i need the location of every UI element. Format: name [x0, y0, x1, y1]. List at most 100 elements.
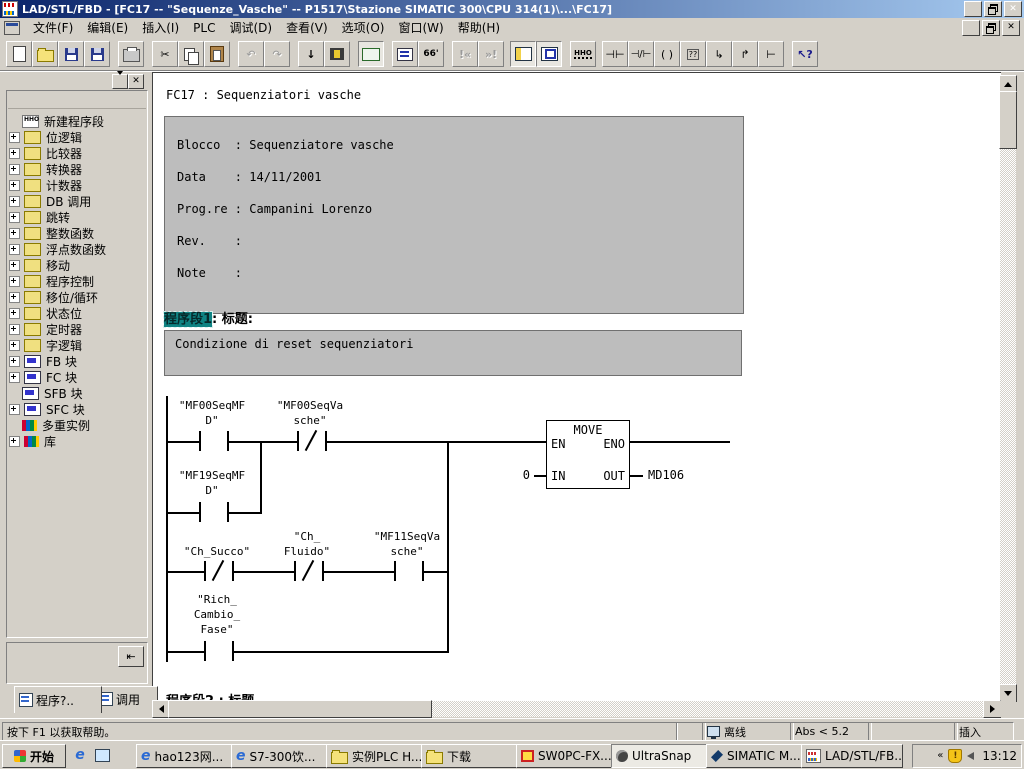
undo-button[interactable]: ↶	[238, 41, 264, 67]
tree-item-fb-blocks[interactable]: FB 块	[9, 353, 77, 369]
expand-icon[interactable]	[9, 276, 20, 287]
print-button[interactable]	[118, 41, 144, 67]
scroll-down-button[interactable]	[999, 684, 1017, 702]
expand-icon[interactable]	[9, 164, 20, 175]
tree-item-float-func[interactable]: 浮点数函数	[9, 241, 106, 257]
tab-program-elements[interactable]: 程序?..	[14, 686, 102, 713]
menu-file[interactable]: 文件(F)	[26, 17, 80, 38]
vertical-scrollbar[interactable]	[1000, 75, 1016, 701]
contact-nc-button[interactable]: ⊣/⊢	[628, 41, 654, 67]
open-branch-button[interactable]: ↳	[706, 41, 732, 67]
expand-icon[interactable]	[9, 244, 20, 255]
scroll-right-button[interactable]	[983, 700, 1001, 718]
expand-icon[interactable]	[9, 148, 20, 159]
mdi-child-icon[interactable]	[4, 21, 20, 35]
context-help-button[interactable]: ↖?	[792, 41, 818, 67]
tree-item-bit-logic[interactable]: 位逻辑	[9, 129, 82, 145]
nc-contact[interactable]	[204, 561, 234, 581]
panel-dropdown-button[interactable]	[112, 74, 128, 89]
nc-contact[interactable]	[294, 561, 324, 581]
quicklaunch-ie[interactable]: e	[70, 746, 90, 764]
start-button[interactable]: 开始	[2, 744, 66, 768]
glasses-button[interactable]: 66'	[418, 41, 444, 67]
contact-label[interactable]: "Rich_Cambio_Fase"	[157, 592, 277, 637]
symbol-info-button[interactable]	[392, 41, 418, 67]
menu-debug[interactable]: 调试(D)	[222, 17, 279, 38]
block-header-box[interactable]: Blocco : Sequenziatore vasche Data : 14/…	[164, 116, 744, 314]
no-contact[interactable]	[394, 561, 424, 581]
expand-icon[interactable]	[9, 196, 20, 207]
network-label[interactable]: 程序段1	[164, 312, 212, 327]
expand-icon[interactable]	[9, 372, 20, 383]
child-restore-button[interactable]	[982, 20, 1000, 36]
menu-insert[interactable]: 插入(I)	[135, 17, 186, 38]
expand-icon[interactable]	[9, 132, 20, 143]
tab-call-structure[interactable]: 调用	[94, 686, 158, 711]
view-catalog-button[interactable]	[510, 41, 536, 67]
next-error-button[interactable]: »!	[478, 41, 504, 67]
tree-item-new-network[interactable]: 新建程序段	[9, 113, 104, 129]
horizontal-scrollbar[interactable]	[152, 701, 1000, 717]
tree-item-program-control[interactable]: 程序控制	[9, 273, 94, 289]
save-button[interactable]	[84, 41, 110, 67]
save-block-button[interactable]	[58, 41, 84, 67]
tree-item-shift-rotate[interactable]: 移位/循环	[9, 289, 98, 305]
coil-button[interactable]: ( )	[654, 41, 680, 67]
tree-item-status-bits[interactable]: 状态位	[9, 305, 82, 321]
minimize-button[interactable]	[964, 1, 982, 17]
taskbar-button-hao123[interactable]: ehao123网...	[136, 744, 238, 768]
menu-options[interactable]: 选项(O)	[335, 17, 392, 38]
monitor-toggle-button[interactable]	[358, 41, 384, 67]
taskbar-button-plc-folder[interactable]: 实例PLC H...	[326, 744, 428, 768]
child-minimize-button[interactable]	[962, 20, 980, 36]
quicklaunch-desktop[interactable]	[92, 746, 112, 764]
prev-error-button[interactable]: !«	[452, 41, 478, 67]
nc-contact[interactable]	[297, 431, 327, 451]
tree-item-multi-instance[interactable]: 多重实例	[9, 417, 90, 433]
copy-button[interactable]	[178, 41, 204, 67]
vertical-scroll-thumb[interactable]	[999, 91, 1017, 149]
expand-icon[interactable]	[9, 340, 20, 351]
security-shield-icon[interactable]: !	[948, 749, 962, 763]
move-box[interactable]: MOVE EN ENO IN OUT	[546, 420, 630, 489]
empty-box-button[interactable]: ??	[680, 41, 706, 67]
menu-help[interactable]: 帮助(H)	[451, 17, 507, 38]
tree-item-timers[interactable]: 定时器	[9, 321, 82, 337]
taskbar-button-swopc[interactable]: SW0PC-FX...	[516, 744, 618, 768]
contact-no-button[interactable]: ⊣⊢	[602, 41, 628, 67]
no-contact[interactable]	[199, 431, 229, 451]
download-button[interactable]: ↓	[298, 41, 324, 67]
contact-label[interactable]: "MF19SeqMFD"	[152, 468, 272, 498]
no-contact[interactable]	[199, 502, 229, 522]
move-in-value[interactable]: 0	[516, 468, 530, 482]
menu-edit[interactable]: 编辑(E)	[80, 17, 135, 38]
tree-item-library[interactable]: 库	[9, 433, 56, 449]
redo-button[interactable]: ↷	[264, 41, 290, 67]
panel-close-button[interactable]	[128, 74, 144, 89]
jump-button[interactable]: ⇤	[118, 646, 144, 667]
horizontal-scroll-thumb[interactable]	[168, 700, 432, 718]
tree-item-sfc-blocks[interactable]: SFC 块	[9, 401, 85, 417]
cut-button[interactable]: ✂	[152, 41, 178, 67]
tree-item-counter[interactable]: 计数器	[9, 177, 82, 193]
tree-item-comparator[interactable]: 比较器	[9, 145, 82, 161]
tree-item-jump[interactable]: 跳转	[9, 209, 70, 225]
expand-icon[interactable]	[9, 260, 20, 271]
tree-item-integer-func[interactable]: 整数函数	[9, 225, 94, 241]
contact-label[interactable]: "MF00SeqVasche"	[250, 398, 370, 428]
contact-label[interactable]: "MF11SeqVasche"	[347, 529, 467, 559]
close-button[interactable]	[1004, 1, 1022, 17]
tree-item-word-logic[interactable]: 字逻辑	[9, 337, 82, 353]
tree-item-move[interactable]: 移动	[9, 257, 70, 273]
expand-icon[interactable]	[9, 324, 20, 335]
view-zoom-button[interactable]	[536, 41, 562, 67]
child-close-button[interactable]	[1002, 20, 1020, 36]
taskbar-button-s7300[interactable]: eS7-300饮...	[231, 744, 333, 768]
open-file-button[interactable]	[32, 41, 58, 67]
menu-plc[interactable]: PLC	[186, 19, 222, 37]
network-comment-box[interactable]: Condizione di reset sequenziatori	[164, 330, 742, 376]
menu-window[interactable]: 窗口(W)	[391, 17, 450, 38]
tree-item-db-call[interactable]: DB 调用	[9, 193, 91, 209]
speaker-icon[interactable]	[967, 752, 974, 760]
tree-item-fc-blocks[interactable]: FC 块	[9, 369, 77, 385]
